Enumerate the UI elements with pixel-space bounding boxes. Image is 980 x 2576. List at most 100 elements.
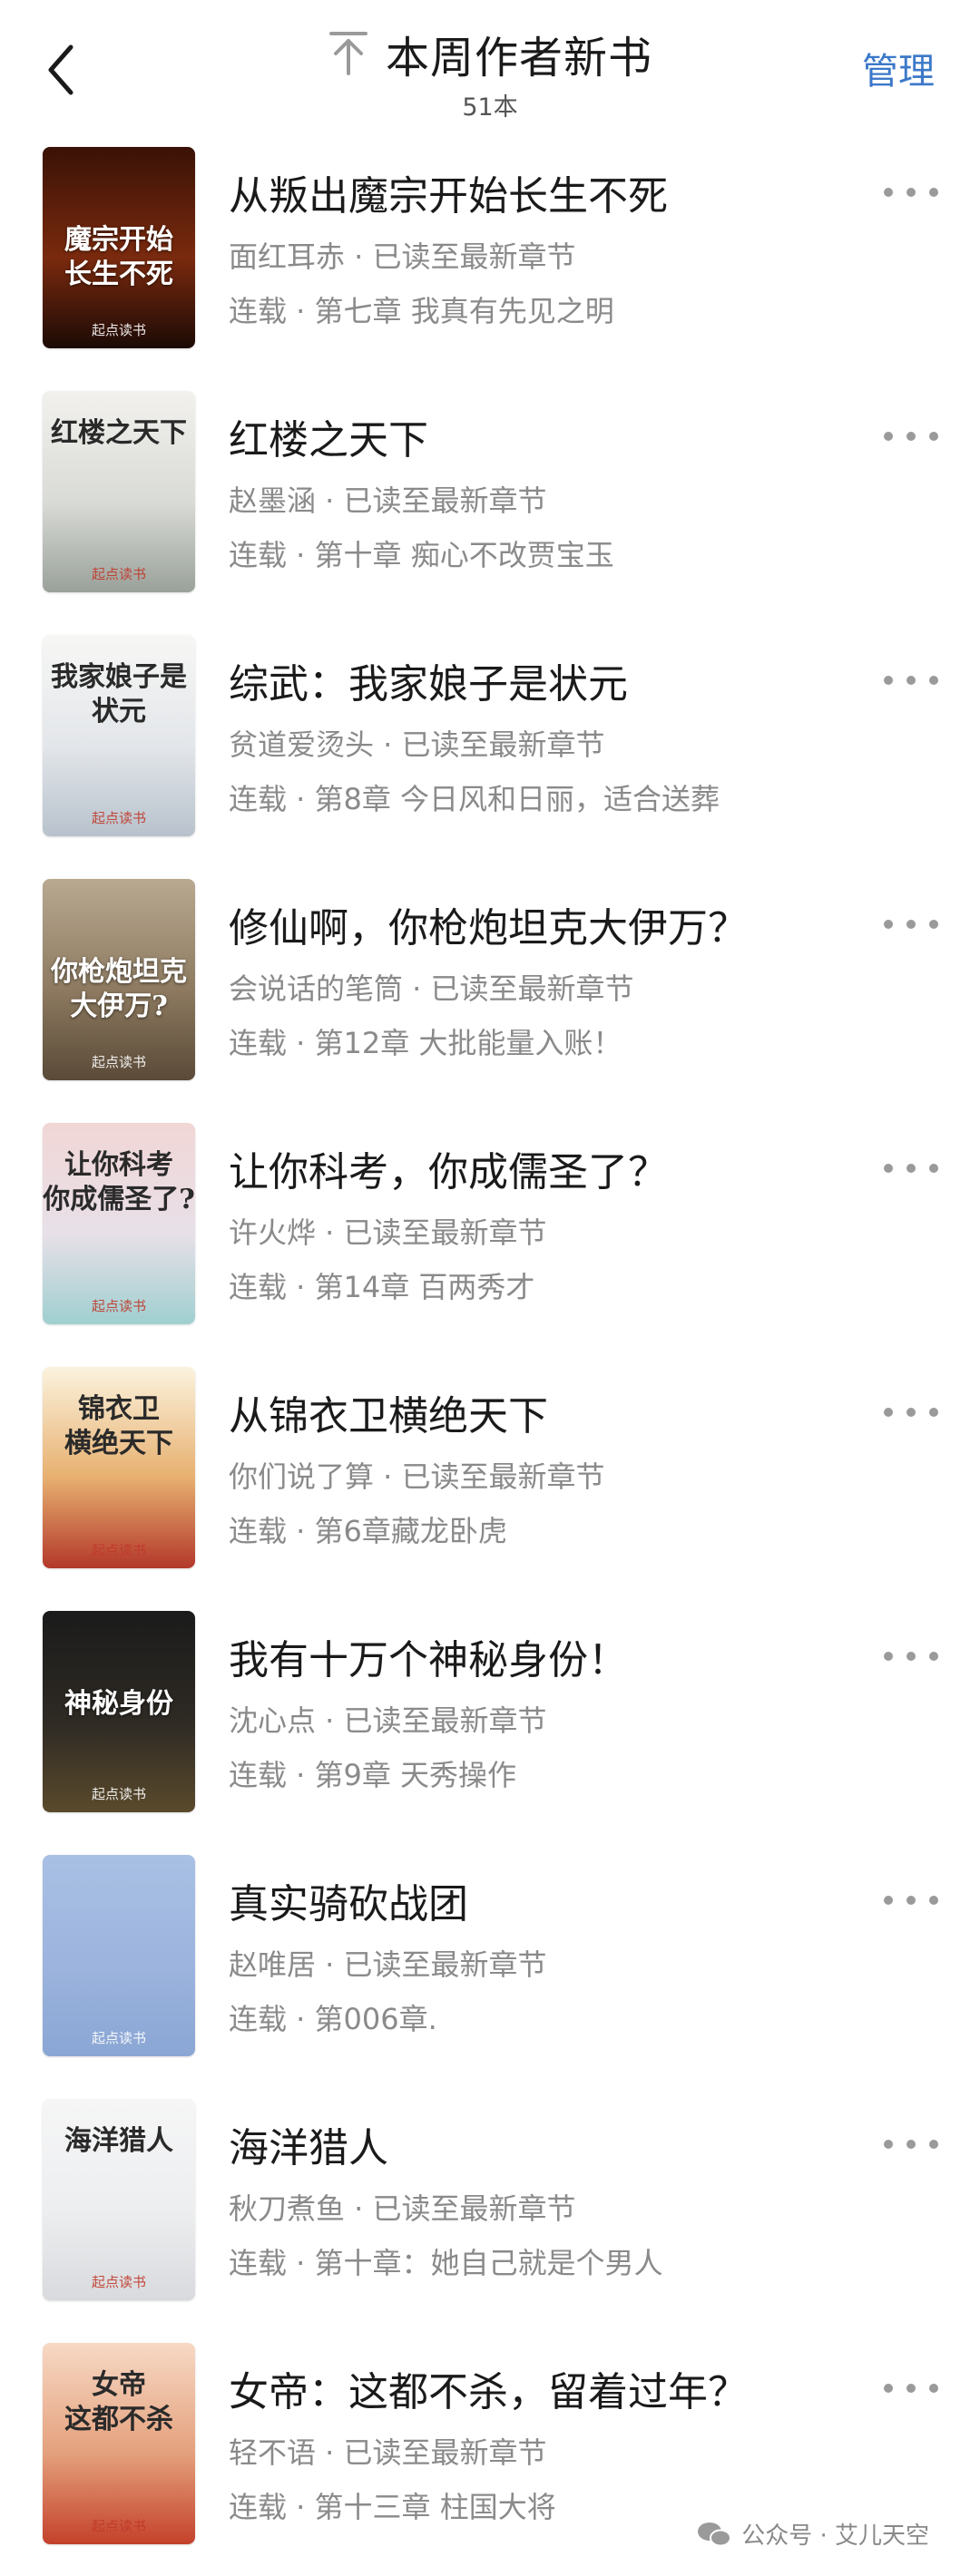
cover-publisher-logo: 起点读书 bbox=[91, 1054, 146, 1070]
book-latest-chapter: 连载 · 第12章 大批能量入账！ bbox=[229, 1026, 622, 1060]
book-cover[interactable]: 起点读书 bbox=[43, 1855, 195, 2056]
cover-publisher-logo: 起点读书 bbox=[91, 566, 146, 582]
book-item[interactable]: 你枪炮坦克大伊万? 起点读书 修仙啊，你枪炮坦克大伊万？ 会说话的笔筒 · 已读… bbox=[0, 868, 980, 1112]
more-dot-icon bbox=[929, 188, 938, 197]
book-cover[interactable]: 锦衣卫 横绝天下 起点读书 bbox=[43, 1367, 195, 1568]
cover-publisher-logo: 起点读书 bbox=[91, 2274, 146, 2290]
cover-publisher-logo: 起点读书 bbox=[91, 1542, 146, 1558]
book-title[interactable]: 红楼之天下 bbox=[229, 407, 428, 465]
book-cover[interactable]: 魔宗开始 长生不死 起点读书 bbox=[43, 147, 195, 348]
cover-title-art: 红楼之天下 bbox=[51, 417, 187, 449]
more-dot-icon bbox=[929, 920, 938, 929]
book-cover[interactable]: 红楼之天下 起点读书 bbox=[43, 391, 195, 592]
wechat-icon bbox=[698, 2522, 732, 2546]
more-dot-icon bbox=[884, 1408, 893, 1417]
more-dot-icon bbox=[929, 1408, 938, 1417]
book-author-status: 面红耳赤 · 已读至最新章节 bbox=[229, 239, 576, 274]
more-dot-icon bbox=[906, 676, 916, 685]
book-latest-chapter: 连载 · 第十章 痴心不改贾宝玉 bbox=[229, 538, 614, 572]
book-item[interactable]: 起点读书 真实骑砍战团 赵唯居 · 已读至最新章节 连载 · 第006章. bbox=[0, 1844, 980, 2088]
watermark-text: 公众号 · 艾儿天空 bbox=[741, 2522, 929, 2550]
more-dot-icon bbox=[929, 2384, 938, 2393]
book-item[interactable]: 海洋猎人 起点读书 海洋猎人 秋刀煮鱼 · 已读至最新章节 连载 · 第十章：她… bbox=[0, 2088, 980, 2332]
more-options-button[interactable] bbox=[884, 1161, 938, 1176]
more-options-button[interactable] bbox=[884, 1649, 938, 1664]
book-latest-chapter: 连载 · 第十章：她自己就是个男人 bbox=[229, 2246, 663, 2280]
book-item[interactable]: 锦衣卫 横绝天下 起点读书 从锦衣卫横绝天下 你们说了算 · 已读至最新章节 连载… bbox=[0, 1356, 980, 1600]
cover-publisher-logo: 起点读书 bbox=[91, 1786, 146, 1802]
book-latest-chapter: 连载 · 第9章 天秀操作 bbox=[229, 1758, 517, 1792]
more-options-button[interactable] bbox=[884, 429, 938, 444]
more-options-button[interactable] bbox=[884, 2381, 938, 2395]
book-cover[interactable]: 神秘身份 起点读书 bbox=[43, 1611, 195, 1812]
more-options-button[interactable] bbox=[884, 673, 938, 688]
book-author-status: 沈心点 · 已读至最新章节 bbox=[229, 1703, 547, 1738]
book-latest-chapter: 连载 · 第七章 我真有先见之明 bbox=[229, 294, 614, 328]
more-dot-icon bbox=[884, 2384, 893, 2393]
book-title[interactable]: 从锦衣卫横绝天下 bbox=[229, 1383, 548, 1441]
more-dot-icon bbox=[884, 920, 893, 929]
more-options-button[interactable] bbox=[884, 185, 938, 200]
more-dot-icon bbox=[906, 1164, 916, 1173]
scroll-to-top-icon[interactable] bbox=[328, 30, 369, 77]
more-dot-icon bbox=[906, 1652, 916, 1661]
cover-publisher-logo: 起点读书 bbox=[91, 2030, 146, 2046]
more-dot-icon bbox=[929, 2140, 938, 2149]
book-title[interactable]: 修仙啊，你枪炮坦克大伊万？ bbox=[229, 895, 748, 953]
cover-title-art: 锦衣卫 横绝天下 bbox=[64, 1393, 173, 1459]
more-dot-icon bbox=[884, 1164, 893, 1173]
book-cover[interactable]: 女帝 这都不杀 起点读书 bbox=[43, 2343, 195, 2544]
more-dot-icon bbox=[884, 188, 893, 197]
book-item[interactable]: 让你科考 你成儒圣了? 起点读书 让你科考，你成儒圣了？ 许火烨 · 已读至最新章… bbox=[0, 1112, 980, 1356]
more-dot-icon bbox=[884, 1896, 893, 1905]
book-list: 魔宗开始 长生不死 起点读书 从叛出魔宗开始长生不死 面红耳赤 · 已读至最新章节… bbox=[0, 136, 980, 2576]
more-options-button[interactable] bbox=[884, 1893, 938, 1908]
book-title[interactable]: 我有十万个神秘身份！ bbox=[229, 1627, 628, 1685]
more-dot-icon bbox=[884, 676, 893, 685]
more-options-button[interactable] bbox=[884, 2137, 938, 2152]
book-item[interactable]: 神秘身份 起点读书 我有十万个神秘身份！ 沈心点 · 已读至最新章节 连载 · … bbox=[0, 1600, 980, 1844]
more-dot-icon bbox=[906, 1408, 916, 1417]
cover-title-art: 魔宗开始 长生不死 bbox=[64, 224, 173, 290]
book-cover[interactable]: 海洋猎人 起点读书 bbox=[43, 2099, 195, 2300]
book-author-status: 秋刀煮鱼 · 已读至最新章节 bbox=[229, 2191, 576, 2226]
book-title[interactable]: 真实骑砍战团 bbox=[229, 1871, 468, 1929]
book-item[interactable]: 我家娘子是状元 起点读书 综武：我家娘子是状元 贫道爱烫头 · 已读至最新章节 … bbox=[0, 624, 980, 868]
more-dot-icon bbox=[929, 1164, 938, 1173]
book-author-status: 你们说了算 · 已读至最新章节 bbox=[229, 1459, 605, 1494]
more-dot-icon bbox=[929, 676, 938, 685]
book-title[interactable]: 从叛出魔宗开始长生不死 bbox=[229, 163, 668, 221]
book-title[interactable]: 综武：我家娘子是状元 bbox=[229, 651, 628, 709]
more-dot-icon bbox=[906, 432, 916, 441]
cover-title-art: 让你科考 你成儒圣了? bbox=[43, 1149, 195, 1215]
cover-title-art: 我家娘子是状元 bbox=[51, 661, 187, 727]
book-item[interactable]: 魔宗开始 长生不死 起点读书 从叛出魔宗开始长生不死 面红耳赤 · 已读至最新章节… bbox=[0, 136, 980, 380]
cover-publisher-logo: 起点读书 bbox=[91, 810, 146, 826]
manage-button[interactable]: 管理 bbox=[862, 42, 935, 94]
more-dot-icon bbox=[906, 2140, 916, 2149]
more-options-button[interactable] bbox=[884, 1405, 938, 1420]
more-dot-icon bbox=[906, 920, 916, 929]
book-cover[interactable]: 让你科考 你成儒圣了? 起点读书 bbox=[43, 1123, 195, 1324]
cover-title-art: 海洋猎人 bbox=[64, 2125, 173, 2157]
more-dot-icon bbox=[884, 432, 893, 441]
book-title[interactable]: 让你科考，你成儒圣了？ bbox=[229, 1139, 668, 1197]
book-cover[interactable]: 我家娘子是状元 起点读书 bbox=[43, 635, 195, 836]
book-author-status: 轻不语 · 已读至最新章节 bbox=[229, 2435, 547, 2470]
more-options-button[interactable] bbox=[884, 917, 938, 932]
more-dot-icon bbox=[884, 2140, 893, 2149]
book-title[interactable]: 女帝：这都不杀，留着过年？ bbox=[229, 2359, 748, 2417]
more-dot-icon bbox=[906, 1896, 916, 1905]
more-dot-icon bbox=[906, 188, 916, 197]
cover-publisher-logo: 起点读书 bbox=[91, 1298, 146, 1314]
more-dot-icon bbox=[929, 1896, 938, 1905]
cover-title-art: 女帝 这都不杀 bbox=[64, 2369, 173, 2435]
book-count: 51本 bbox=[462, 93, 518, 122]
cover-title-art: 你枪炮坦克大伊万? bbox=[51, 956, 187, 1022]
book-author-status: 会说话的笔筒 · 已读至最新章节 bbox=[229, 971, 634, 1006]
top-bar: 本周作者新书 51本 管理 bbox=[0, 0, 980, 127]
cover-publisher-logo: 起点读书 bbox=[91, 322, 146, 338]
book-item[interactable]: 红楼之天下 起点读书 红楼之天下 赵墨涵 · 已读至最新章节 连载 · 第十章 … bbox=[0, 380, 980, 624]
book-cover[interactable]: 你枪炮坦克大伊万? 起点读书 bbox=[43, 879, 195, 1080]
book-title[interactable]: 海洋猎人 bbox=[229, 2115, 388, 2173]
